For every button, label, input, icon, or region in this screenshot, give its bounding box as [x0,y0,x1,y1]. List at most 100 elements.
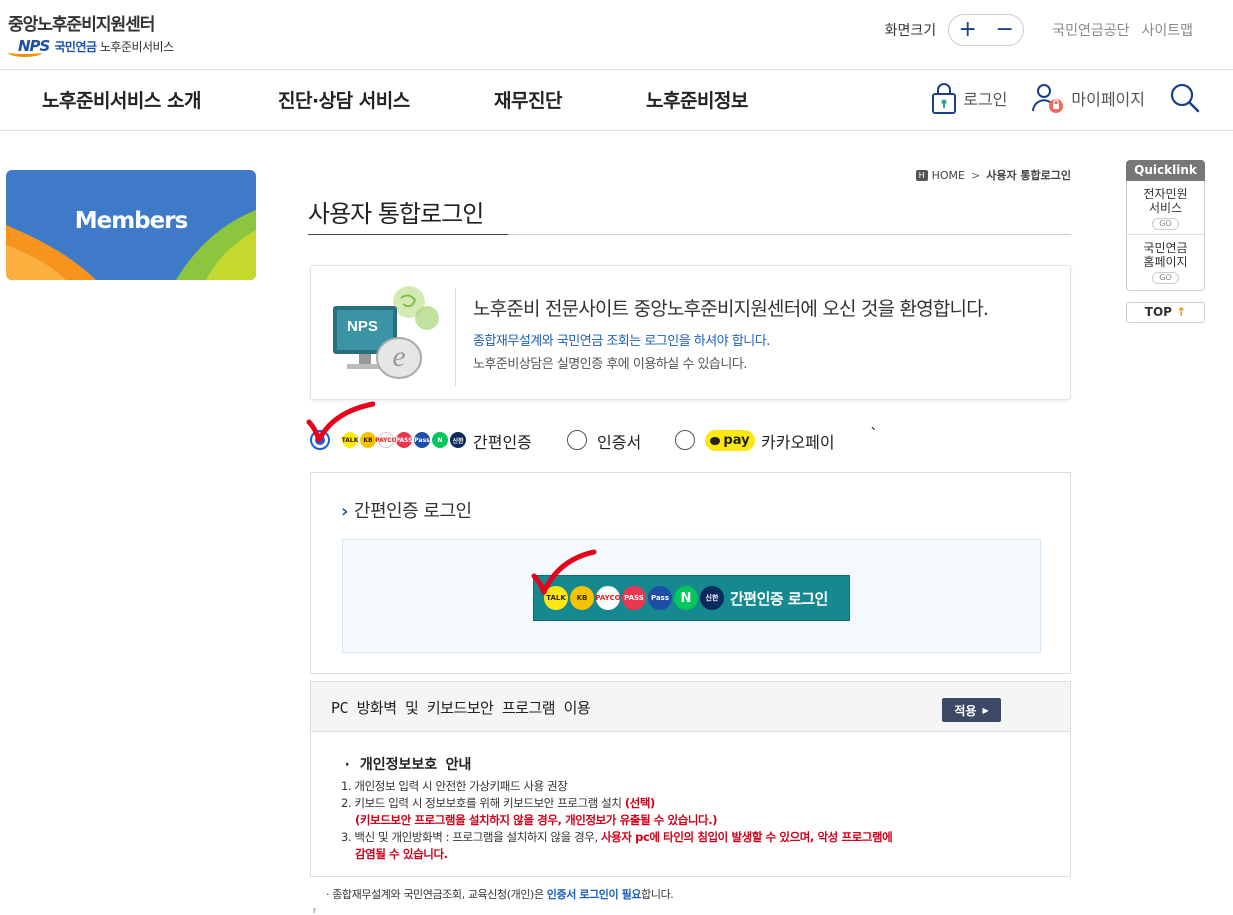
mypage-button[interactable]: 마이페이지 [1031,82,1145,114]
top-label: TOP [1144,305,1172,319]
quicklink-nps-homepage[interactable]: 국민연금 홈페이지 GO [1127,234,1204,288]
arrow-up-icon: ↑ [1176,305,1187,319]
gnb-actions: 로그인 마이페이지 [907,81,1207,115]
quicklink-e-civil-service[interactable]: 전자민원 서비스 GO [1127,185,1204,234]
nps-logo-mark: NPS [7,37,50,57]
simple-auth-login-title-text: 간편인증 로그인 [353,501,472,522]
radio-certificate-label[interactable]: 인증서 [597,429,641,453]
pass-icon: PASS [622,586,646,610]
nav-item-service-intro[interactable]: 노후준비서비스 소개 [42,86,201,113]
logo-sub: NPS 국민연금 노후준비서비스 [7,37,174,57]
nps-link[interactable]: 국민연금공단 [1052,20,1129,40]
utility-bar: 화면크기 + − 국민연금공단 사이트맵 [885,14,1193,46]
kakaopay-logo: pay [705,430,755,451]
simple-auth-login-panel: TALK KB PAYCO PASS Pass N 신한 간편인증 로그인 [342,539,1041,653]
quicklink-item-line2: 홈페이지 [1143,255,1188,269]
font-size-increase-button[interactable]: + [958,19,976,41]
privacy-item-2-optional: (선택) [624,796,655,810]
privacy-item-1: 1. 개인정보 입력 시 안전한 가상키패드 사용 권장 [341,779,568,793]
quicklink-item-line1: 국민연금 [1143,241,1188,255]
login-method-selector: TALK KB PAYCO PASS Pass N 신한 간편인증 인증서 pay 카카오페… [308,425,1071,455]
security-program-header: PC 방화벽 및 키보드보안 프로그램 이용 적용 ▶ [311,682,1070,732]
sitemap-link[interactable]: 사이트맵 [1141,20,1193,40]
shinhan-icon: 신한 [450,432,466,448]
chevron-right-icon: > [970,168,981,182]
quicklink-body: 전자민원 서비스 GO 국민연금 홈페이지 GO [1126,181,1205,291]
breadcrumb: H HOME > 사용자 통합로그인 [915,167,1071,183]
welcome-title: 노후준비 전문사이트 중앙노후준비지원센터에 오신 것을 환영합니다. [473,298,989,320]
login-label: 로그인 [963,90,1008,109]
nav-item-diagnosis-consulting[interactable]: 진단·상담 서비스 [278,86,410,113]
privacy-item-3-text: 3. 백신 및 개인방화벽 : 프로그램을 설치하지 않을 경우, [341,830,598,844]
font-size-decrease-button[interactable]: − [995,19,1013,41]
logo-sub-text: 국민연금 노후준비서비스 [54,38,174,55]
naver-icon: N [432,432,448,448]
lock-icon [932,83,957,114]
play-arrow-icon: ▶ [982,705,989,715]
payco-icon: PAYCO [375,432,397,448]
footnote-suffix: 합니다. [641,888,674,901]
radio-kakaopay-label[interactable]: 카카오페이 [761,429,835,453]
breadcrumb-current: 사용자 통합로그인 [986,169,1071,182]
red-check-annotation-icon [306,401,375,443]
top-header: 중앙노후준비지원센터 NPS 국민연금 노후준비서비스 화면크기 + − 국민연… [0,0,1233,70]
footnote-bold: 인증서 로그인이 필요 [546,888,642,901]
quicklink-title: Quicklink [1126,160,1205,181]
nav-item-retirement-info[interactable]: 노후준비정보 [646,86,748,113]
site-logo[interactable]: 중앙노후준비지원센터 NPS 국민연금 노후준비서비스 [7,10,174,57]
privacy-notice-list: 1. 개인정보 입력 시 안전한 가상키패드 사용 권장 2. 키보드 입력 시… [341,778,1061,863]
privacy-item-3-warning: 사용자 pc에 타인의 침입이 발생할 수 있으며, 악성 프로그램에 [601,830,893,844]
samsung-pass-icon: Pass [648,586,672,610]
search-button[interactable] [1169,82,1207,114]
page-title: 사용자 통합로그인 [308,194,1071,235]
privacy-item-2-text: 2. 키보드 입력 시 정보보호를 위해 키보드보안 프로그램 설치 [341,796,622,810]
radio-kakaopay[interactable] [675,430,695,450]
logo-service: 노후준비서비스 [99,39,174,54]
quicklink-go-button[interactable]: GO [1152,272,1179,284]
home-icon: H [915,169,928,181]
font-size-control: + − [948,14,1025,46]
apply-button[interactable]: 적용 ▶ [942,698,1001,722]
shinhan-icon: 신한 [700,586,724,610]
red-check-annotation-icon [531,549,597,595]
radio-simple-auth-label[interactable]: 간편인증 [473,429,532,453]
tiny-mark: r [313,906,317,915]
e-letter-icon: e [392,340,405,373]
login-button[interactable]: 로그인 [931,81,1007,115]
apply-button-label: 적용 [954,703,977,718]
kakaopay-pill-text: pay [723,433,750,448]
members-title: Members [74,208,189,234]
privacy-item-3: 3. 백신 및 개인방화벽 : 프로그램을 설치하지 않을 경우, 사용자 pc… [341,829,1061,846]
main-navigation: 노후준비서비스 소개 진단·상담 서비스 재무진단 노후준비정보 로그인 마이페… [0,71,1233,131]
certificate-login-footnote: · 종합재무설계와 국민연금조회, 교육신청(개인)은 인증서 로그인이 필요합… [326,886,674,902]
naver-icon: N [674,586,698,610]
nav-item-financial-diagnosis[interactable]: 재무진단 [494,86,562,113]
welcome-consult-note: 노후준비상담은 실명인증 후에 이용하실 수 있습니다. [473,357,747,372]
simple-auth-login-title: › 간편인증 로그인 [341,497,472,523]
welcome-login-required-note: 종합재무설계와 국민연금 조회는 로그인을 하셔야 합니다. [473,334,770,349]
radio-certificate[interactable] [567,430,587,450]
user-lock-icon [1032,84,1064,113]
quicklink-go-button[interactable]: GO [1152,218,1179,230]
search-icon [1170,83,1200,113]
logo-org: 국민연금 [54,39,97,54]
scroll-top-button[interactable]: TOP ↑ [1126,302,1205,323]
breadcrumb-home[interactable]: HOME [932,169,965,182]
chevron-right-icon: › [341,501,348,522]
quicklink-panel: Quicklink 전자민원 서비스 GO 국민연금 홈페이지 GO [1126,160,1205,291]
simple-auth-login-section: › 간편인증 로그인 TALK KB PAYCO PASS Pass N 신한 간편인증 로그… [310,472,1071,674]
privacy-item-2-warning: (키보드보안 프로그램을 설치하지 않을 경우, 개인정보가 유출될 수 있습니… [355,813,718,827]
illustration-nps-label: NPS [347,318,378,335]
security-program-section: PC 방화벽 및 키보드보안 프로그램 이용 적용 ▶ · 개인정보보호 안내 1… [310,681,1071,877]
welcome-box: e NPS 노후준비 전문사이트 중앙노후준비지원센터에 오신 것을 환영합니다… [310,265,1071,400]
footnote-prefix: · 종합재무설계와 국민연금조회, 교육신청(개인)은 [326,888,544,901]
welcome-divider [455,288,456,386]
simple-auth-login-button-label: 간편인증 로그인 [730,589,828,608]
privacy-item-2: 2. 키보드 입력 시 정보보호를 위해 키보드보안 프로그램 설치 (선택) [341,795,1061,812]
privacy-notice-title: · 개인정보보호 안내 [343,757,472,773]
nps-computer-illustration: e [333,286,439,379]
font-size-label: 화면크기 [884,23,937,39]
samsung-pass-icon: Pass [414,432,430,448]
logo-title: 중앙노후준비지원센터 [8,15,155,35]
members-banner: Members [6,170,256,280]
